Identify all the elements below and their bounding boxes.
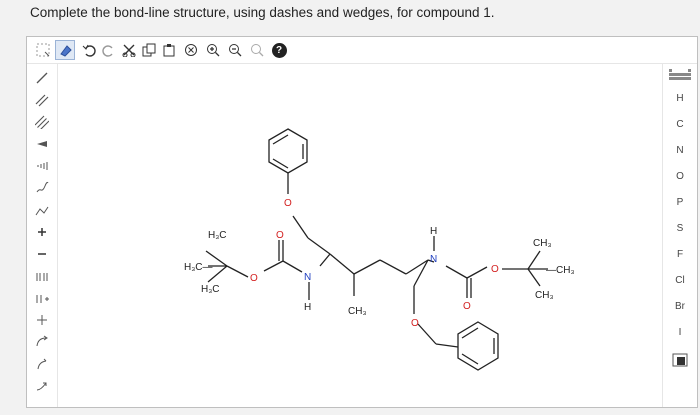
element-o[interactable]: O: [663, 171, 697, 182]
negative-charge-icon[interactable]: [32, 245, 52, 263]
triple-bond-icon[interactable]: [32, 113, 52, 131]
label-o-carbonyl-right: O: [463, 301, 471, 312]
wedge-bond-icon[interactable]: [32, 135, 52, 153]
label-n-left: N: [304, 272, 311, 283]
label-ch3-tr-top: CH₃: [533, 238, 552, 249]
top-toolbar: ?: [27, 37, 697, 64]
instruction-text: Complete the bond-line structure, using …: [30, 5, 495, 20]
redo-icon[interactable]: [99, 40, 119, 60]
paste-icon[interactable]: [159, 40, 179, 60]
element-s[interactable]: S: [663, 223, 697, 234]
label-h3c-top: H₃C: [208, 230, 227, 241]
zoom-reset-icon[interactable]: [247, 40, 267, 60]
label-o-phenyl-bot: O: [411, 318, 419, 329]
selection-lasso-icon[interactable]: [33, 40, 53, 60]
element-n[interactable]: N: [663, 145, 697, 156]
undo-icon[interactable]: [79, 40, 99, 60]
structure-editor[interactable]: ? H C N O P S F Cl Br I H₃C H₃C— H₃C CH₃…: [26, 36, 698, 408]
half-arrow-icon[interactable]: [32, 355, 52, 373]
cut-icon[interactable]: [119, 40, 139, 60]
element-f[interactable]: F: [663, 249, 697, 260]
curved-arrow-icon[interactable]: [32, 333, 52, 351]
label-h3c-mid: H₃C—: [184, 262, 213, 273]
left-toolbar: [27, 63, 58, 407]
label-ch3-tr-bot: CH₃: [535, 290, 554, 301]
wavy-bond-icon[interactable]: [32, 179, 52, 197]
label-o-ester-right: O: [491, 264, 499, 275]
double-bond-icon[interactable]: [32, 91, 52, 109]
radical-icon[interactable]: [32, 289, 52, 307]
single-bond-icon[interactable]: [32, 69, 52, 87]
element-p[interactable]: P: [663, 197, 697, 208]
label-o-ester-left: O: [250, 273, 258, 284]
hash-bond-icon[interactable]: [32, 157, 52, 175]
element-i[interactable]: I: [663, 327, 697, 338]
zoom-out-icon[interactable]: [225, 40, 245, 60]
label-o-phenyl-top: O: [284, 198, 292, 209]
element-br[interactable]: Br: [663, 301, 697, 312]
label-h3c-bot: H₃C: [201, 284, 220, 295]
molecule-drawing[interactable]: H₃C H₃C— H₃C CH₃ CH₃ —CH₃ CH₃ H H O O O …: [58, 64, 663, 407]
positive-charge-icon[interactable]: [32, 223, 52, 241]
eraser-icon[interactable]: [55, 40, 75, 60]
clear-icon[interactable]: [181, 40, 201, 60]
zoom-in-icon[interactable]: [203, 40, 223, 60]
element-h[interactable]: H: [663, 93, 697, 104]
label-o-carbonyl-left: O: [276, 230, 284, 241]
label-ch3-center: CH₃: [348, 306, 367, 317]
element-toolbar: H C N O P S F Cl Br I: [662, 63, 697, 407]
template-icon[interactable]: [663, 353, 697, 370]
label-ch3-tr-right: —CH₃: [546, 265, 575, 276]
charge-plus-box-icon[interactable]: [32, 311, 52, 329]
label-h-right: H: [430, 226, 437, 237]
reaction-arrow-icon[interactable]: [32, 377, 52, 395]
label-h-left: H: [304, 302, 311, 313]
help-icon[interactable]: ?: [269, 40, 289, 60]
element-c[interactable]: C: [663, 119, 697, 130]
chain-icon[interactable]: [32, 201, 52, 219]
periodic-table-icon[interactable]: [663, 69, 697, 84]
element-cl[interactable]: Cl: [663, 275, 697, 286]
label-n-right: N: [430, 254, 437, 265]
lone-pair-icon[interactable]: [32, 267, 52, 285]
copy-icon[interactable]: [139, 40, 159, 60]
